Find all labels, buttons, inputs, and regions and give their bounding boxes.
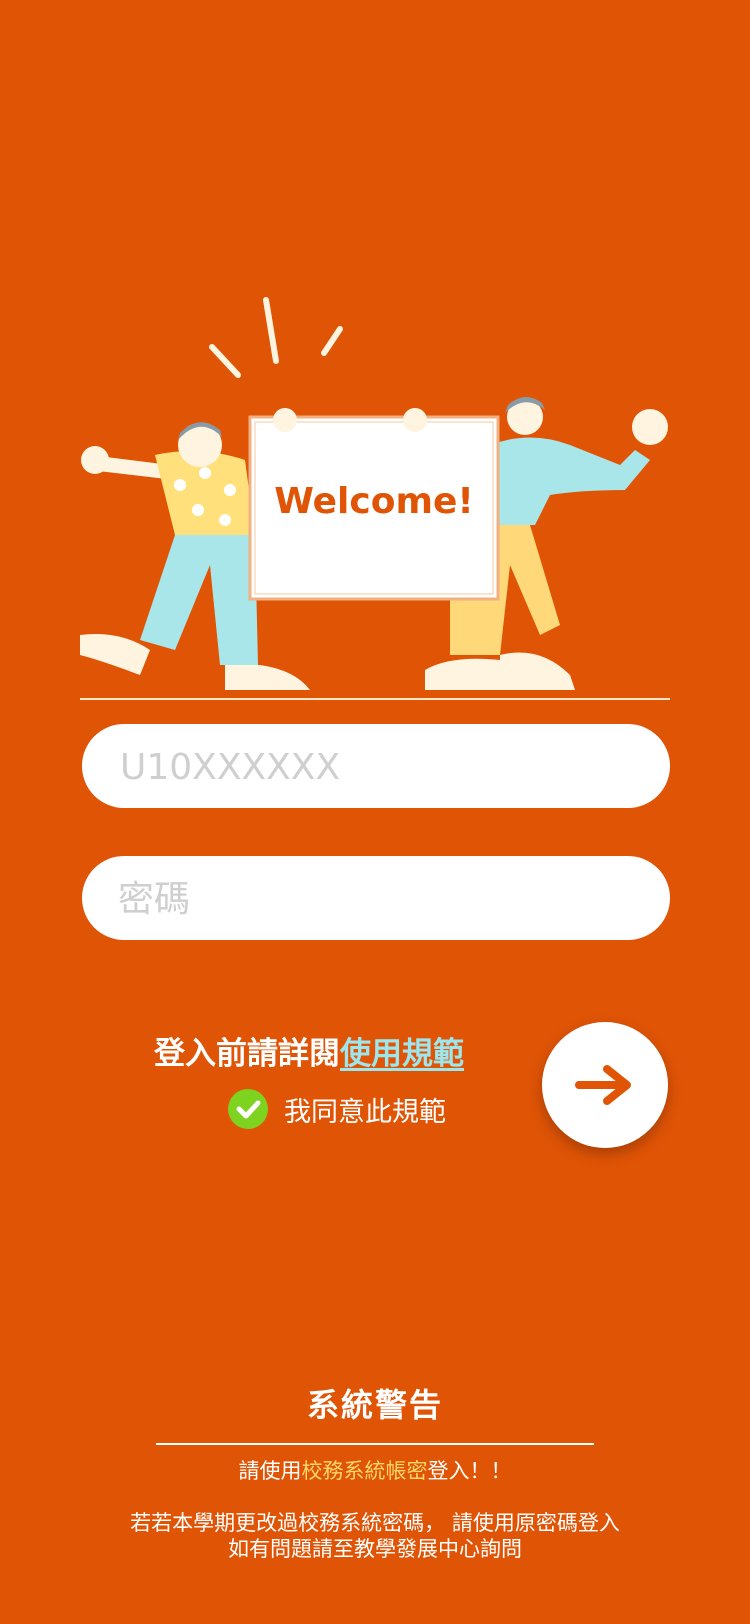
welcome-illustration: Welcome! bbox=[80, 295, 670, 700]
password-field[interactable] bbox=[82, 856, 670, 942]
warning-divider bbox=[156, 1443, 594, 1445]
sparkle-icon bbox=[209, 297, 343, 378]
terms-prefix: 登入前請詳閱 bbox=[154, 1036, 340, 1072]
warning-title: 系統警告 bbox=[306, 1386, 443, 1424]
agree-checkbox[interactable]: 我同意此規範 bbox=[228, 1088, 446, 1130]
warning-line-3: 如有問題請至教學發展中心詢問 bbox=[228, 1537, 522, 1561]
account-input[interactable] bbox=[118, 724, 640, 810]
warning-line-1: 請使用校務系統帳密登入！！ bbox=[0, 1455, 750, 1485]
password-input[interactable] bbox=[116, 856, 640, 942]
login-submit-button[interactable] bbox=[542, 1022, 668, 1148]
terms-link[interactable]: 使用規範 bbox=[340, 1036, 464, 1072]
terms-notice: 登入前請詳閱使用規範 bbox=[124, 1028, 464, 1073]
arrow-right-icon bbox=[575, 1065, 631, 1105]
account-field[interactable] bbox=[82, 724, 670, 810]
warning-line-1-prefix: 請使用 bbox=[238, 1459, 302, 1483]
check-circle-icon[interactable] bbox=[228, 1089, 268, 1129]
agree-label: 我同意此規範 bbox=[284, 1096, 446, 1128]
warning-line-1-suffix: 登入！！ bbox=[427, 1459, 512, 1483]
warning-highlight: 校務系統帳密 bbox=[301, 1459, 428, 1483]
welcome-sign-text: Welcome! bbox=[274, 481, 474, 522]
